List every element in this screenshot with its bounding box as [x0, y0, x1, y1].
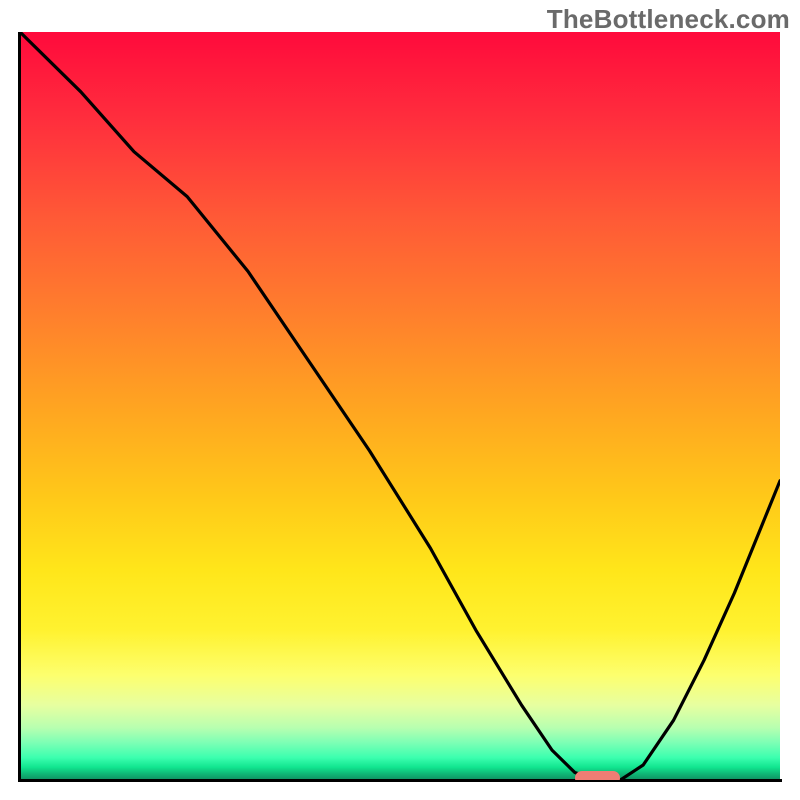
x-axis — [18, 779, 782, 782]
watermark-text: TheBottleneck.com — [547, 4, 790, 35]
bottleneck-curve — [20, 32, 780, 780]
y-axis — [18, 32, 21, 780]
plot-area — [20, 32, 780, 780]
chart-frame: TheBottleneck.com — [0, 0, 800, 800]
optimum-marker — [575, 771, 621, 780]
